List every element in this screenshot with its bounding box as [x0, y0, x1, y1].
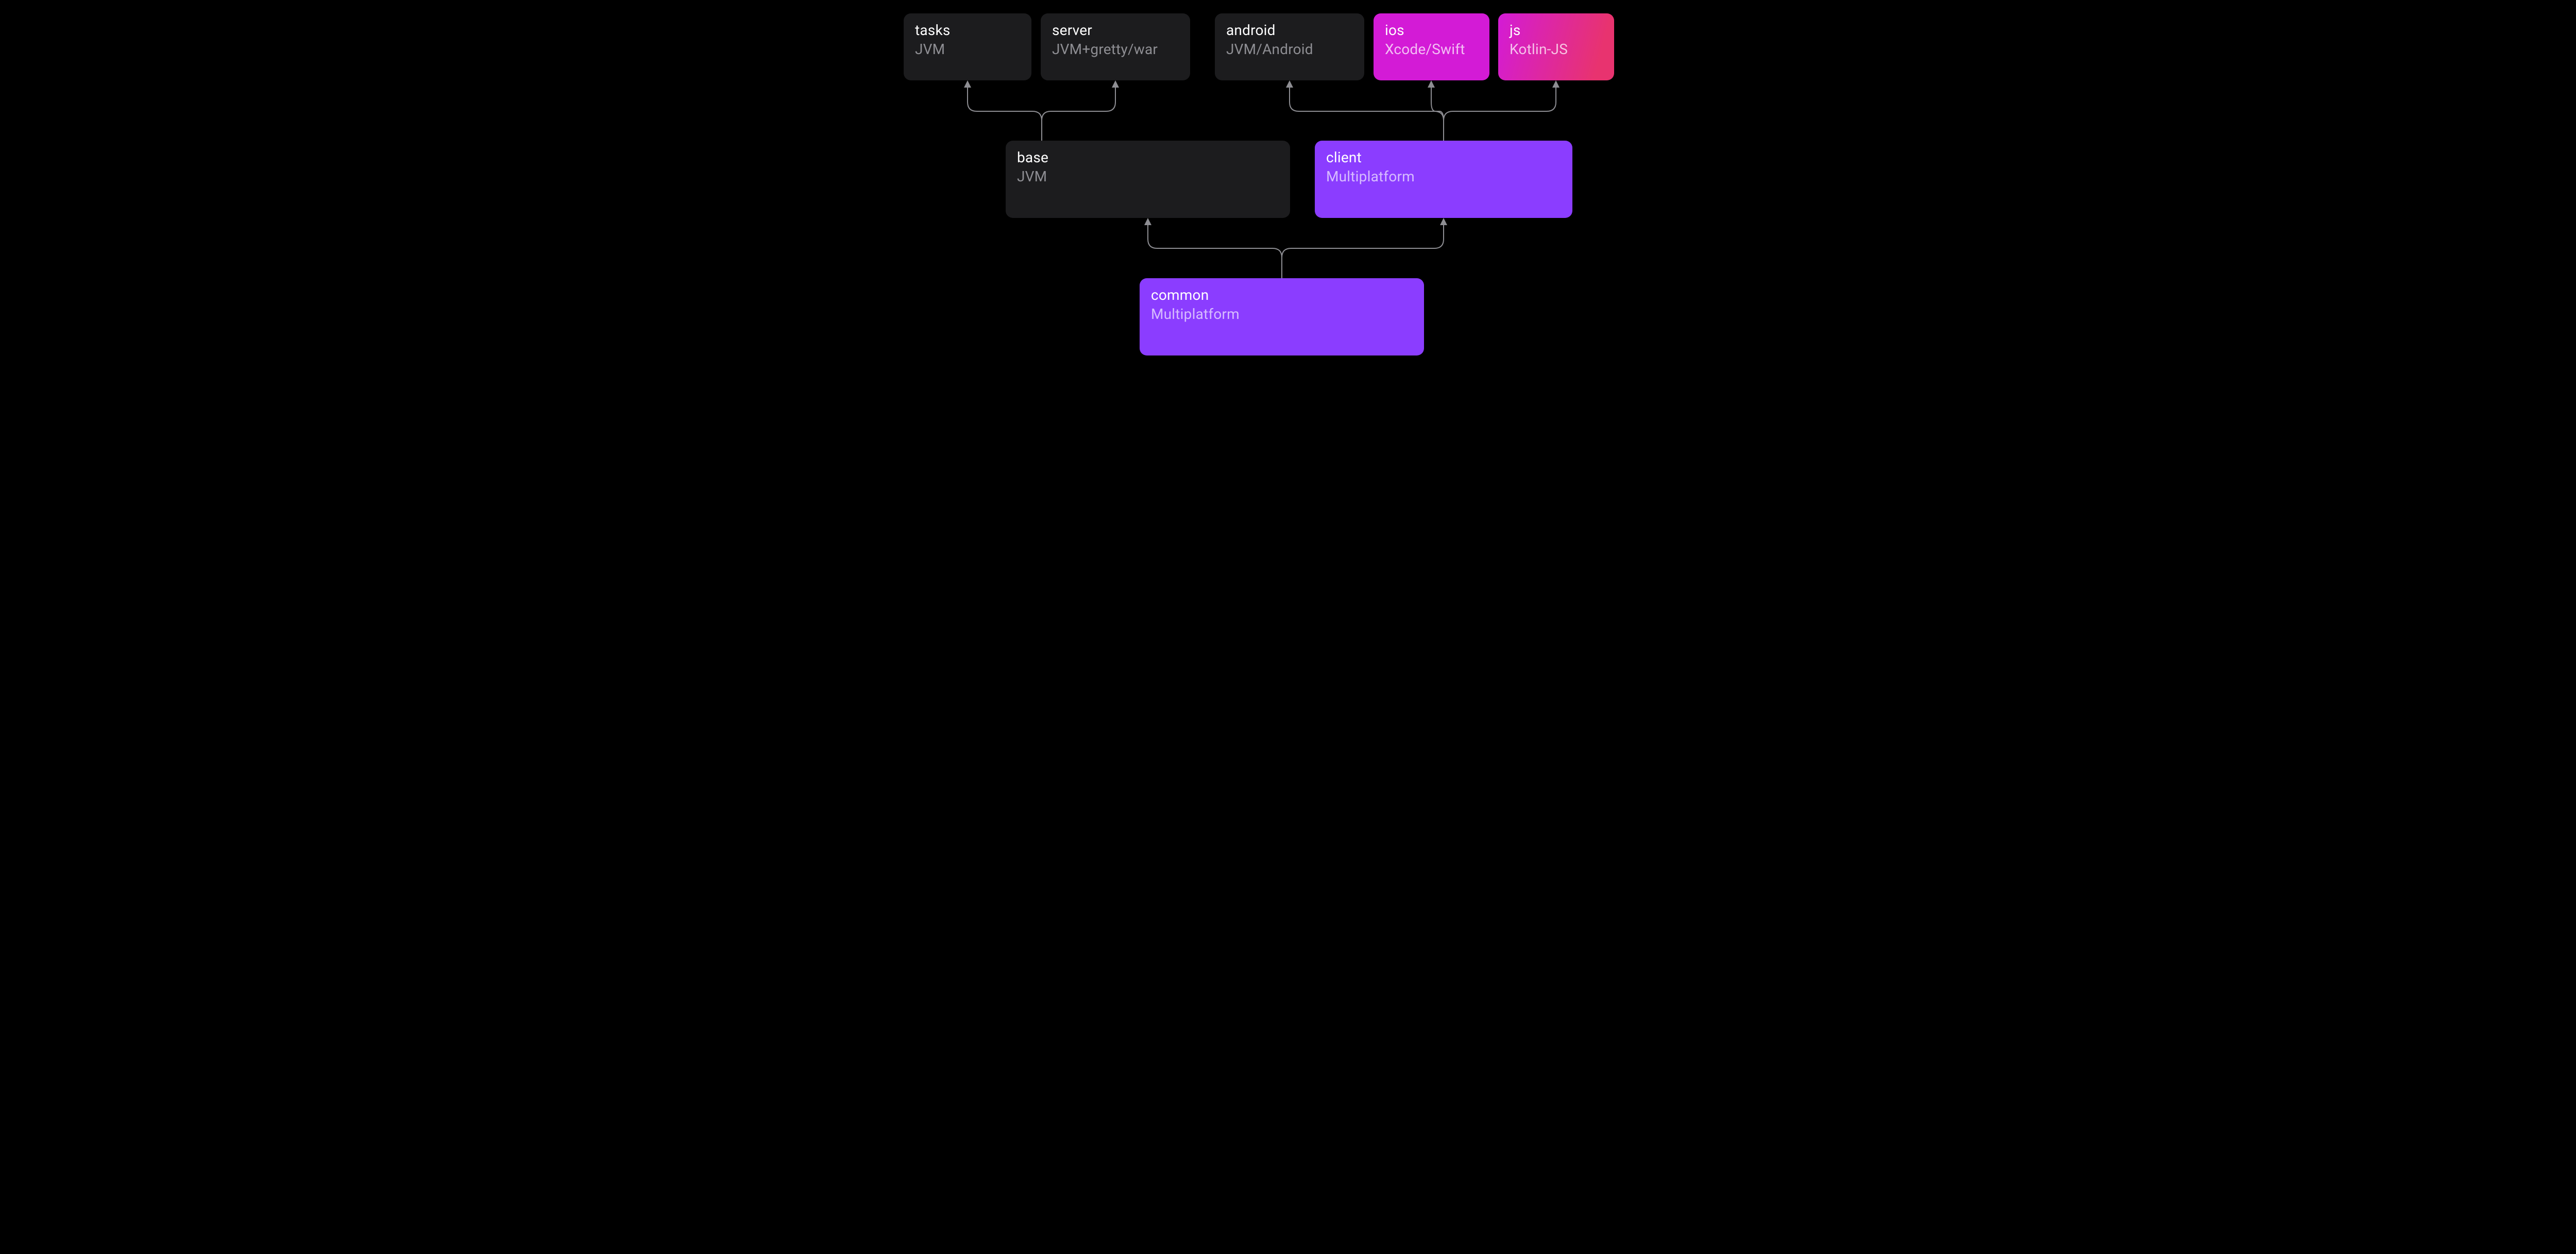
node-title: js [1510, 22, 1603, 39]
node-title: ios [1385, 22, 1478, 39]
node-tasks: tasks JVM [904, 13, 1031, 80]
edge-common-to-base [1148, 222, 1282, 278]
node-subtitle: Xcode/Swift [1385, 40, 1478, 58]
node-subtitle: Kotlin-JS [1510, 40, 1603, 58]
node-title: android [1226, 22, 1353, 39]
node-subtitle: JVM [915, 40, 1020, 58]
node-subtitle: JVM [1017, 167, 1279, 185]
node-android: android JVM/Android [1215, 13, 1364, 80]
edge-client-to-js [1444, 84, 1556, 141]
node-server: server JVM+gretty/war [1041, 13, 1190, 80]
node-client: client Multiplatform [1315, 141, 1572, 218]
node-js: js Kotlin-JS [1498, 13, 1614, 80]
node-ios: ios Xcode/Swift [1374, 13, 1489, 80]
node-title: base [1017, 149, 1279, 166]
node-title: client [1326, 149, 1561, 166]
edge-common-to-client [1282, 222, 1444, 278]
node-subtitle: Multiplatform [1326, 167, 1561, 185]
node-subtitle: JVM+gretty/war [1052, 40, 1179, 58]
node-title: tasks [915, 22, 1020, 39]
edge-base-to-tasks [968, 84, 1042, 141]
node-subtitle: Multiplatform [1151, 305, 1413, 323]
edge-client-to-ios [1431, 84, 1444, 141]
node-title: server [1052, 22, 1179, 39]
node-common: common Multiplatform [1140, 278, 1424, 355]
edge-client-to-android [1290, 84, 1444, 141]
node-title: common [1151, 286, 1413, 304]
edge-base-to-server [1042, 84, 1115, 141]
node-base: base JVM [1006, 141, 1290, 218]
node-subtitle: JVM/Android [1226, 40, 1353, 58]
diagram-canvas: tasks JVM server JVM+gretty/war android … [887, 0, 1689, 376]
